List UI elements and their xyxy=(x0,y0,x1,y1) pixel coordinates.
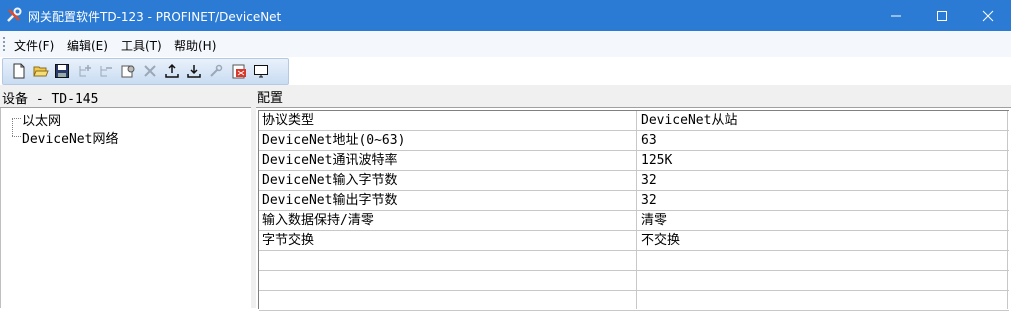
config-key: DeviceNet输出字节数 xyxy=(262,193,398,208)
properties-icon[interactable] xyxy=(120,63,136,79)
add-node-icon[interactable] xyxy=(77,63,93,79)
tree-connector xyxy=(12,118,13,136)
table-row[interactable]: DeviceNet通讯波特率 125K xyxy=(259,151,1009,171)
config-key: DeviceNet输入字节数 xyxy=(262,173,398,188)
table-row[interactable]: 输入数据保持/清零 清零 xyxy=(259,211,1009,231)
config-value[interactable] xyxy=(641,251,1001,270)
maximize-button[interactable] xyxy=(919,0,965,31)
toolbar-area xyxy=(0,57,1011,85)
minimize-button[interactable] xyxy=(873,0,919,31)
tree-connector xyxy=(12,136,21,137)
minimize-icon xyxy=(891,15,901,17)
config-value[interactable]: 不交换 xyxy=(641,231,1001,250)
table-row[interactable]: DeviceNet输出字节数 32 xyxy=(259,191,1009,211)
menu-grip[interactable] xyxy=(3,37,5,51)
table-row[interactable] xyxy=(259,271,1009,291)
config-key xyxy=(262,271,632,290)
config-value[interactable]: 125K xyxy=(641,151,1001,170)
download-icon[interactable] xyxy=(186,63,202,79)
title-bar: 网关配置软件TD-123 - PROFINET/DeviceNet xyxy=(0,0,1011,31)
config-key: DeviceNet通讯波特率 xyxy=(262,153,398,168)
config-key: 协议类型 xyxy=(262,113,315,128)
config-value[interactable] xyxy=(641,291,1001,310)
menu-help[interactable]: 帮助(H) xyxy=(174,37,216,54)
config-key: 字节交换 xyxy=(262,233,315,248)
config-value[interactable]: 32 xyxy=(641,171,1001,190)
tree-item-devicenet[interactable]: DeviceNet网络 xyxy=(22,128,118,147)
menu-edit[interactable]: 编辑(E) xyxy=(67,37,108,54)
device-panel-header: 设备 - TD-145 xyxy=(0,85,252,108)
tools-icon[interactable] xyxy=(208,63,224,79)
upload-icon[interactable] xyxy=(164,63,180,79)
config-key xyxy=(262,291,632,310)
window-title: 网关配置软件TD-123 - PROFINET/DeviceNet xyxy=(28,10,282,24)
table-row[interactable]: DeviceNet地址(0~63) 63 xyxy=(259,131,1009,151)
config-value[interactable]: 32 xyxy=(641,191,1001,210)
config-value[interactable]: DeviceNet从站 xyxy=(641,111,1001,130)
table-row[interactable]: 协议类型 DeviceNet从站 xyxy=(259,111,1009,131)
export-pdf-icon[interactable] xyxy=(231,63,247,79)
table-row[interactable]: DeviceNet输入字节数 32 xyxy=(259,171,1009,191)
tree-item-ethernet[interactable]: 以太网 xyxy=(22,110,61,129)
config-key: DeviceNet地址(0~63) xyxy=(262,133,406,148)
config-grid: 协议类型 DeviceNet从站 DeviceNet地址(0~63) 63 De… xyxy=(258,110,1009,311)
tree-connector xyxy=(12,118,21,119)
config-key: 输入数据保持/清零 xyxy=(262,213,374,228)
device-panel-title: 设备 - TD-145 xyxy=(2,92,99,107)
device-tree[interactable]: 以太网 DeviceNet网络 xyxy=(0,108,252,308)
table-row[interactable] xyxy=(259,251,1009,271)
toolbar xyxy=(2,58,289,85)
table-row[interactable] xyxy=(259,291,1009,311)
close-icon xyxy=(982,10,994,22)
menu-tools[interactable]: 工具(T) xyxy=(121,37,162,54)
close-button[interactable] xyxy=(965,0,1011,31)
menu-bar: 文件(F) 编辑(E) 工具(T) 帮助(H) xyxy=(0,31,1011,58)
delete-icon[interactable] xyxy=(142,63,158,79)
menu-file[interactable]: 文件(F) xyxy=(14,37,54,54)
remove-node-icon[interactable] xyxy=(98,63,114,79)
save-icon[interactable] xyxy=(54,63,70,79)
panel-splitter[interactable] xyxy=(251,85,256,308)
tools-app-icon[interactable] xyxy=(6,7,22,23)
table-row[interactable]: 字节交换 不交换 xyxy=(259,231,1009,251)
monitor-icon[interactable] xyxy=(253,63,269,79)
config-key xyxy=(262,251,632,270)
config-value[interactable]: 63 xyxy=(641,131,1001,150)
open-folder-icon[interactable] xyxy=(33,63,49,79)
maximize-icon xyxy=(937,11,947,21)
config-panel-title: 配置 xyxy=(257,91,284,106)
config-panel-header: 配置 xyxy=(256,85,1011,108)
config-value[interactable]: 清零 xyxy=(641,211,1001,230)
config-value[interactable] xyxy=(641,271,1001,290)
new-file-icon[interactable] xyxy=(11,63,27,79)
